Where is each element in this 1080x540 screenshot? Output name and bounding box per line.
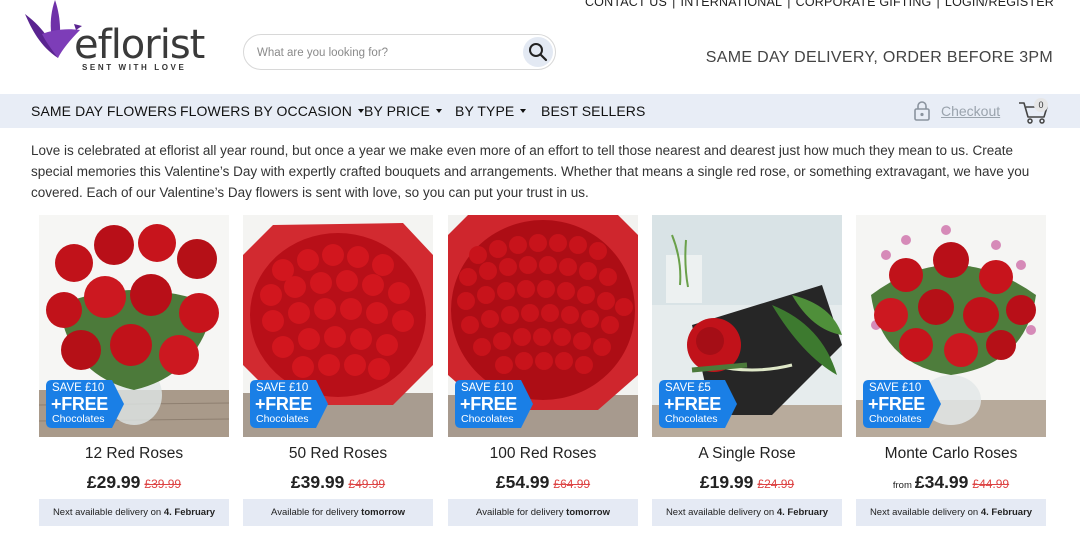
delivery-info: Next available delivery on 4. February [652, 499, 842, 526]
price-row: £19.99 £24.99 [652, 472, 842, 493]
delivery-prefix: Available for delivery [476, 507, 564, 518]
old-price: £39.99 [144, 477, 182, 491]
badge-save: SAVE £10 [52, 382, 105, 394]
logo-wordmark: eflorist [74, 22, 205, 68]
main-nav: SAME DAY FLOWERS FLOWERS BY OCCASION BY … [0, 94, 1080, 128]
nav-label: BY TYPE [455, 103, 515, 119]
badge-save: SAVE £5 [665, 382, 711, 394]
badge-free: +FREE [460, 394, 518, 414]
nav-label: FLOWERS BY OCCASION [180, 103, 353, 119]
checkout-link[interactable]: Checkout [913, 100, 1000, 122]
product-card[interactable]: SAVE £10 +FREE Chocolates 12 Red Roses £… [39, 215, 229, 530]
badge-gift: Chocolates [461, 413, 514, 425]
link-separator: | [672, 0, 676, 9]
cart-count-badge: 0 [1034, 98, 1048, 112]
search-icon [529, 43, 548, 62]
badge-gift: Chocolates [52, 413, 105, 425]
product-name[interactable]: 12 Red Roses [39, 445, 229, 463]
badge-save: SAVE £10 [461, 382, 514, 394]
badge-save: SAVE £10 [256, 382, 309, 394]
delivery-info: Available for delivery tomorrow [448, 499, 638, 526]
product-name[interactable]: A Single Rose [652, 445, 842, 463]
nav-same-day-flowers[interactable]: SAME DAY FLOWERS [31, 103, 177, 119]
nav-by-type[interactable]: BY TYPE [455, 103, 527, 119]
chevron-down-icon [435, 109, 442, 114]
current-price: £54.99 [495, 472, 550, 492]
from-label: from [892, 480, 912, 491]
price-row: from £34.99 £44.99 [856, 472, 1046, 493]
offer-badge[interactable]: SAVE £10 +FREE Chocolates [863, 380, 941, 428]
badge-free: +FREE [868, 394, 926, 414]
nav-label: BY PRICE [364, 103, 430, 119]
delivery-day: 4. February [776, 507, 829, 518]
offer-badge[interactable]: SAVE £10 +FREE Chocolates [250, 380, 328, 428]
current-price: £19.99 [699, 472, 754, 492]
nav-flowers-by-occasion[interactable]: FLOWERS BY OCCASION [180, 103, 365, 119]
product-name[interactable]: 50 Red Roses [243, 445, 433, 463]
current-price: £39.99 [290, 472, 345, 492]
search-box [243, 34, 556, 70]
old-price: £24.99 [757, 477, 795, 491]
badge-gift: Chocolates [869, 413, 922, 425]
nav-by-price[interactable]: BY PRICE [364, 103, 442, 119]
offer-badge[interactable]: SAVE £5 +FREE Chocolates [659, 380, 737, 428]
product-name[interactable]: 100 Red Roses [448, 445, 638, 463]
badge-free: +FREE [664, 394, 722, 414]
delivery-prefix: Next available delivery on [665, 507, 775, 518]
price-row: £54.99 £64.99 [448, 472, 638, 493]
nav-best-sellers[interactable]: BEST SELLERS [541, 103, 645, 119]
same-day-promo: SAME DAY DELIVERY, ORDER BEFORE 3PM [705, 49, 1053, 66]
top-links: CONTACT US | INTERNATIONAL | CORPORATE GIFTI… [585, 0, 1054, 9]
eflorist-logo[interactable]: eflorist SENT WITH LOVE [22, 0, 205, 78]
offer-badge[interactable]: SAVE £10 +FREE Chocolates [46, 380, 124, 428]
delivery-day: tomorrow [566, 507, 610, 518]
intro-text: Love is celebrated at eflorist all year … [31, 143, 1030, 200]
chevron-down-icon [520, 109, 527, 114]
price-row: £29.99 £39.99 [39, 472, 229, 493]
international-link[interactable]: INTERNATIONAL [681, 0, 783, 9]
old-price: £64.99 [553, 477, 591, 491]
delivery-info: Next available delivery on 4. February [39, 499, 229, 526]
delivery-prefix: Next available delivery on [52, 507, 162, 518]
padlock-icon [914, 101, 930, 121]
delivery-info: Next available delivery on 4. February [856, 499, 1046, 526]
price-row: £39.99 £49.99 [243, 472, 433, 493]
cart-button[interactable]: 0 [1018, 98, 1050, 125]
link-separator: | [936, 0, 940, 9]
badge-gift: Chocolates [665, 413, 718, 425]
delivery-prefix: Next available delivery on [869, 507, 979, 518]
current-price: £34.99 [914, 472, 969, 492]
delivery-day: 4. February [163, 507, 216, 518]
badge-save: SAVE £10 [869, 382, 922, 394]
product-card[interactable]: SAVE £10 +FREE Chocolates Monte Carlo Ro… [856, 215, 1046, 530]
old-price: £49.99 [348, 477, 386, 491]
product-card[interactable]: SAVE £10 +FREE Chocolates 50 Red Roses £… [243, 215, 433, 530]
logo-tagline: SENT WITH LOVE [82, 63, 187, 72]
site-header: CONTACT US | INTERNATIONAL | CORPORATE GIFTI… [0, 0, 1080, 94]
checkout-label: Checkout [941, 103, 1001, 119]
product-card[interactable]: SAVE £5 +FREE Chocolates A Single Rose £… [652, 215, 842, 530]
delivery-day: 4. February [980, 507, 1033, 518]
contact-us-link[interactable]: CONTACT US [585, 0, 667, 9]
old-price: £44.99 [972, 477, 1010, 491]
delivery-prefix: Available for delivery [271, 507, 359, 518]
delivery-info: Available for delivery tomorrow [243, 499, 433, 526]
product-grid: SAVE £10 +FREE Chocolates 12 Red Roses £… [39, 215, 1049, 535]
login-register-link[interactable]: LOGIN/REGISTER [945, 0, 1054, 9]
badge-free: +FREE [255, 394, 313, 414]
nav-label: BEST SELLERS [541, 103, 646, 119]
nav-label: SAME DAY FLOWERS [31, 103, 177, 119]
corporate-gifting-link[interactable]: CORPORATE GIFTING [796, 0, 932, 9]
search-button[interactable] [523, 37, 553, 67]
link-separator: | [787, 0, 791, 9]
current-price: £29.99 [86, 472, 141, 492]
badge-free: +FREE [51, 394, 109, 414]
delivery-day: tomorrow [361, 507, 405, 518]
product-name[interactable]: Monte Carlo Roses [856, 445, 1046, 463]
offer-badge[interactable]: SAVE £10 +FREE Chocolates [455, 380, 533, 428]
search-input[interactable] [257, 43, 507, 63]
product-card[interactable]: SAVE £10 +FREE Chocolates 100 Red Roses … [448, 215, 638, 530]
badge-gift: Chocolates [256, 413, 309, 425]
